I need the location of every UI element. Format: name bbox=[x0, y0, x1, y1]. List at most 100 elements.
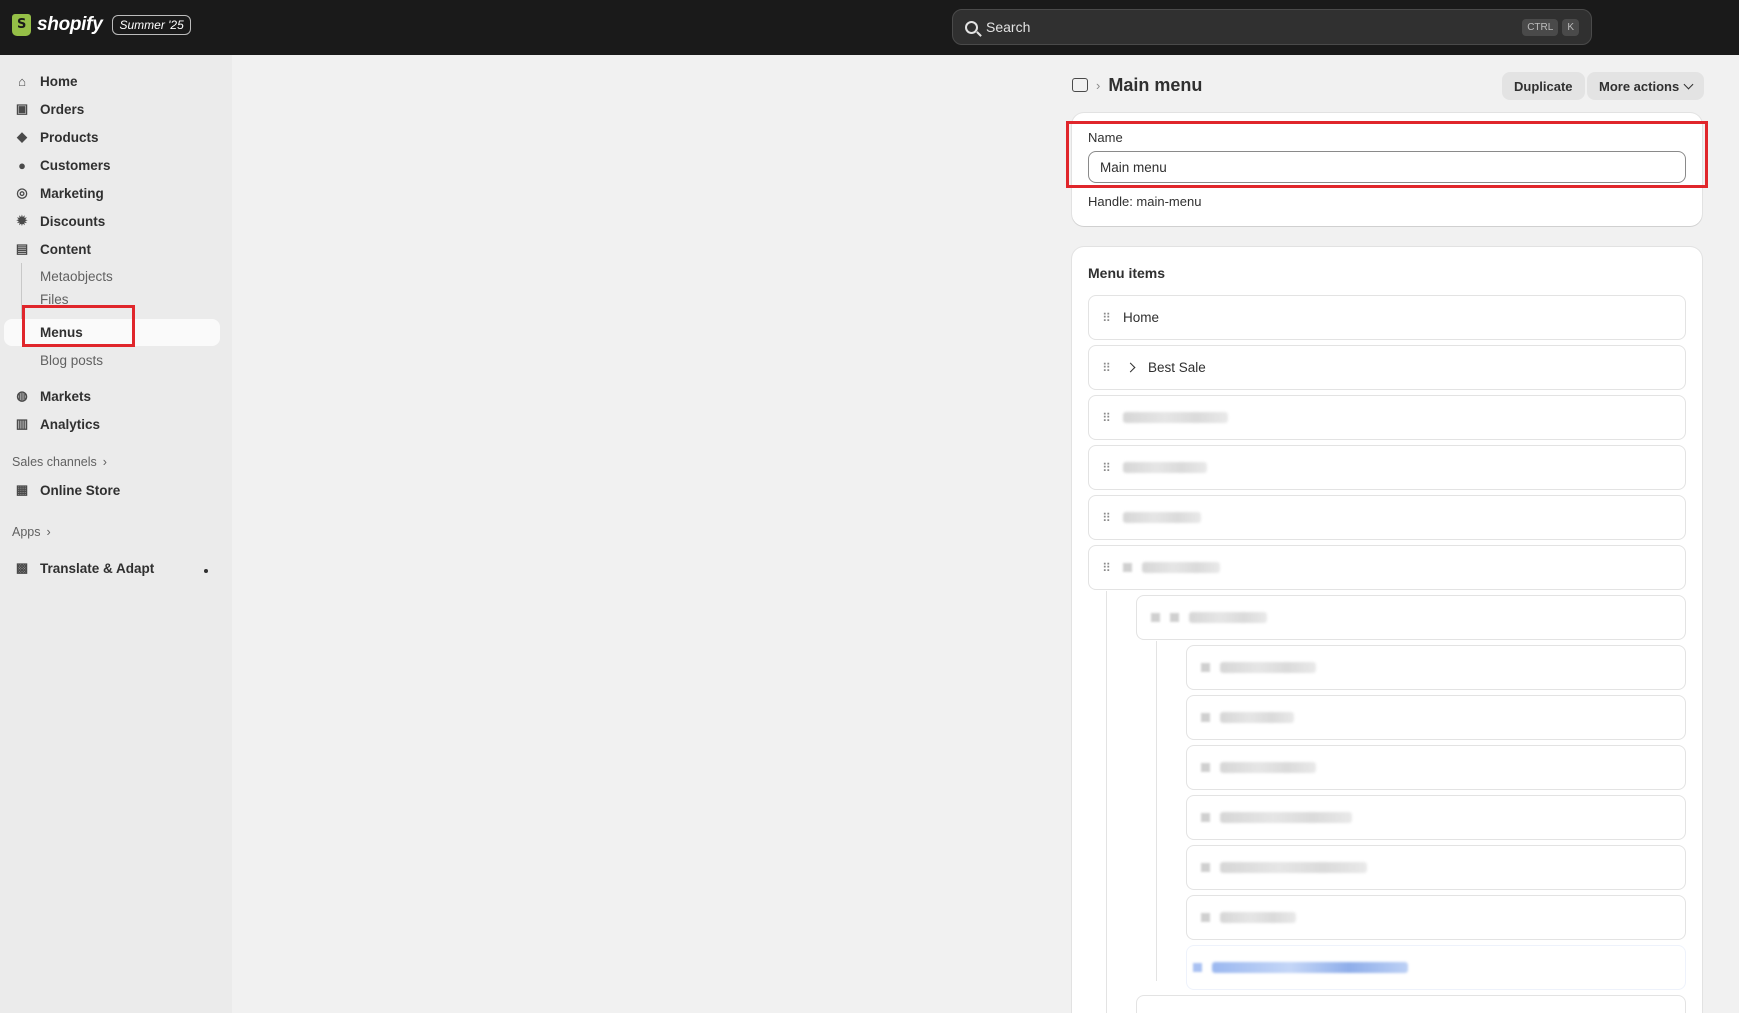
menu-item-blurred[interactable]: ⠿ bbox=[1088, 445, 1686, 490]
sidebar-item-translate-adapt[interactable]: ▩ Translate & Adapt bbox=[4, 555, 220, 581]
blurred-label bbox=[1220, 762, 1316, 773]
apps-header[interactable]: Apps › bbox=[12, 525, 51, 539]
shopify-bag-icon bbox=[12, 14, 31, 36]
more-actions-button[interactable]: More actions bbox=[1587, 72, 1705, 100]
blurred-drag-handle bbox=[1201, 663, 1210, 672]
content-icon[interactable] bbox=[1072, 78, 1088, 92]
chevron-right-icon: › bbox=[46, 525, 51, 539]
store-icon: ▦ bbox=[15, 482, 29, 497]
drag-handle-icon[interactable]: ⠿ bbox=[1101, 361, 1111, 375]
menu-item-label: Best Sale bbox=[1148, 360, 1206, 375]
blurred-chevron bbox=[1170, 613, 1179, 622]
sidebar-item-analytics[interactable]: ▥ Analytics bbox=[4, 411, 220, 437]
sidebar-item-orders[interactable]: ▣ Orders bbox=[4, 96, 220, 122]
blurred-label bbox=[1220, 862, 1367, 873]
blurred-label bbox=[1189, 612, 1267, 623]
sidebar-item-label: Orders bbox=[40, 101, 85, 117]
drag-handle-icon[interactable]: ⠿ bbox=[1101, 511, 1111, 525]
sidebar-item-files[interactable]: Files bbox=[40, 292, 69, 306]
drag-handle-icon[interactable]: ⠿ bbox=[1101, 461, 1111, 475]
blurred-link-label bbox=[1212, 962, 1408, 973]
top-bar: shopify Summer '25 Search CTRL K bbox=[0, 0, 1739, 55]
blurred-drag-handle bbox=[1201, 913, 1210, 922]
sidebar-item-label: Home bbox=[40, 73, 78, 89]
menu-item-blurred-nested[interactable] bbox=[1186, 645, 1686, 690]
blurred-chevron bbox=[1123, 563, 1132, 572]
sidebar-item-discounts[interactable]: ✹ Discounts bbox=[4, 208, 220, 234]
translate-icon: ▩ bbox=[15, 560, 29, 575]
highlight-box-name bbox=[1066, 121, 1708, 188]
drag-handle-icon[interactable]: ⠿ bbox=[1101, 411, 1111, 425]
tree-connector bbox=[1156, 641, 1157, 981]
menu-item-blurred-nested[interactable] bbox=[1136, 595, 1686, 640]
sidebar-item-label: Marketing bbox=[40, 185, 104, 201]
sidebar-item-content[interactable]: ▤ Content bbox=[4, 236, 220, 262]
shortcut-key-ctrl: CTRL bbox=[1522, 18, 1559, 36]
menu-item-blurred-nested[interactable] bbox=[1186, 745, 1686, 790]
tree-connector bbox=[1106, 591, 1107, 1013]
sidebar-item-label: Customers bbox=[40, 157, 111, 173]
tag-icon: ◆ bbox=[17, 129, 27, 144]
blurred-label bbox=[1142, 562, 1220, 573]
shortcut-key-k: K bbox=[1562, 18, 1579, 36]
globe-icon: ◍ bbox=[16, 388, 28, 403]
menu-item-blurred-nested[interactable] bbox=[1186, 895, 1686, 940]
sidebar-item-products[interactable]: ◆ Products bbox=[4, 124, 220, 150]
menu-item-blurred[interactable]: ⠿ bbox=[1088, 395, 1686, 440]
blurred-drag-handle bbox=[1201, 713, 1210, 722]
search-icon bbox=[965, 20, 978, 34]
menu-item-best-sale[interactable]: ⠿ Best Sale bbox=[1088, 345, 1686, 390]
handle-text: Handle: main-menu bbox=[1088, 194, 1202, 209]
menu-item-blurred-nested[interactable] bbox=[1186, 695, 1686, 740]
shopify-logo[interactable]: shopify Summer '25 bbox=[12, 14, 191, 36]
blurred-add-icon bbox=[1193, 963, 1202, 972]
inbox-icon: ▣ bbox=[15, 101, 29, 116]
sidebar-item-home[interactable]: ⌂ Home bbox=[4, 68, 220, 94]
search-placeholder: Search bbox=[986, 19, 1031, 35]
chevron-right-icon: › bbox=[102, 455, 107, 469]
sidebar-item-label: Online Store bbox=[40, 482, 121, 498]
drag-handle-icon[interactable]: ⠿ bbox=[1101, 311, 1111, 325]
sidebar-item-label: Content bbox=[40, 241, 91, 257]
notification-dot bbox=[204, 569, 208, 573]
menu-item-home[interactable]: ⠿ Home bbox=[1088, 295, 1686, 340]
sidebar-item-label: Discounts bbox=[40, 213, 106, 229]
menu-item-blurred[interactable]: ⠿ bbox=[1088, 495, 1686, 540]
duplicate-button[interactable]: Duplicate bbox=[1502, 72, 1585, 100]
sidebar-item-markets[interactable]: ◍ Markets bbox=[4, 383, 220, 409]
chevron-right-icon[interactable] bbox=[1125, 362, 1136, 373]
menu-item-blurred-nested[interactable] bbox=[1136, 995, 1686, 1013]
content-icon: ▤ bbox=[15, 241, 29, 256]
sidebar-item-label: Analytics bbox=[40, 416, 101, 432]
blurred-drag-handle bbox=[1201, 813, 1210, 822]
blurred-drag-handle bbox=[1201, 763, 1210, 772]
menu-item-blurred-nested[interactable] bbox=[1186, 845, 1686, 890]
search-bar[interactable]: Search CTRL K bbox=[952, 9, 1592, 45]
drag-handle-icon[interactable]: ⠿ bbox=[1101, 561, 1111, 575]
breadcrumb-separator: › bbox=[1096, 77, 1101, 93]
blurred-label bbox=[1220, 712, 1294, 723]
blurred-label bbox=[1220, 912, 1296, 923]
apps-label: Apps bbox=[12, 525, 41, 539]
sidebar-item-metaobjects[interactable]: Metaobjects bbox=[40, 264, 113, 288]
blurred-label bbox=[1123, 512, 1201, 523]
sales-channels-header[interactable]: Sales channels › bbox=[12, 455, 107, 469]
menu-item-label: Home bbox=[1123, 310, 1160, 325]
sidebar-item-customers[interactable]: ● Customers bbox=[4, 152, 220, 178]
blurred-label bbox=[1220, 812, 1352, 823]
highlight-box-menus bbox=[22, 305, 135, 347]
menu-item-blurred-nested[interactable] bbox=[1186, 795, 1686, 840]
sidebar-item-label: Products bbox=[40, 129, 99, 145]
home-icon: ⌂ bbox=[18, 73, 26, 89]
target-icon: ◎ bbox=[16, 185, 28, 200]
sidebar-item-blog-posts[interactable]: Blog posts bbox=[40, 348, 103, 372]
sidebar-item-marketing[interactable]: ◎ Marketing bbox=[4, 180, 220, 206]
add-menu-item-link[interactable] bbox=[1186, 945, 1686, 990]
chevron-down-icon bbox=[1683, 79, 1694, 89]
menu-item-blurred[interactable]: ⠿ bbox=[1088, 545, 1686, 590]
menu-items-title: Menu items bbox=[1088, 265, 1166, 281]
discount-icon: ✹ bbox=[16, 213, 28, 228]
search-shortcut: CTRL K bbox=[1522, 18, 1579, 36]
sidebar-item-label: Translate & Adapt bbox=[40, 560, 155, 576]
sidebar-item-online-store[interactable]: ▦ Online Store bbox=[4, 477, 220, 503]
